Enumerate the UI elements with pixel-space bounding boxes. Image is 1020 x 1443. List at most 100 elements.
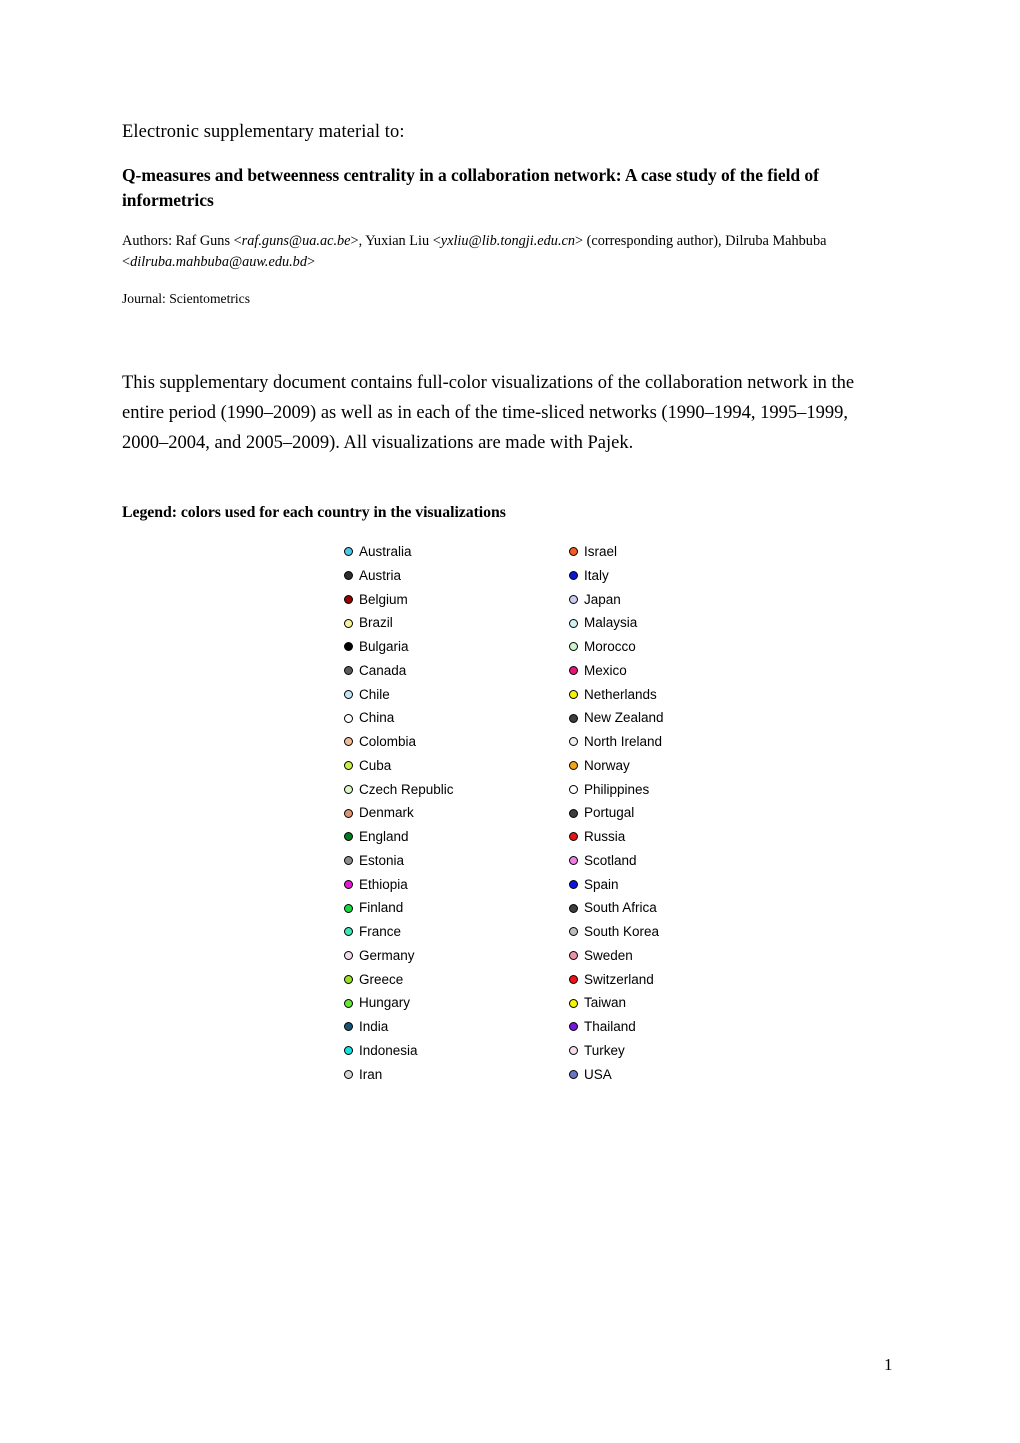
author-email-1: raf.guns@ua.ac.be xyxy=(241,233,351,249)
country-color-dot-icon xyxy=(569,689,578,699)
legend-item-label: China xyxy=(359,710,395,726)
legend-item-label: South Africa xyxy=(584,900,657,916)
legend-item: Cuba xyxy=(344,754,454,778)
author-email-2: yxliu@lib.tongji.edu.cn xyxy=(440,233,576,249)
country-color-dot-icon xyxy=(344,737,353,747)
country-color-dot-icon xyxy=(569,571,578,581)
legend-item: Ethiopia xyxy=(344,873,454,897)
legend-item: Czech Republic xyxy=(344,778,454,802)
country-color-dot-icon xyxy=(344,927,353,937)
country-color-dot-icon xyxy=(344,998,353,1008)
legend-item: Bulgaria xyxy=(344,635,454,659)
country-color-dot-icon xyxy=(344,689,353,699)
country-color-dot-icon xyxy=(344,903,353,913)
legend-item: Chile xyxy=(344,683,454,707)
legend-item: Philippines xyxy=(569,778,664,802)
legend-item-label: Japan xyxy=(584,591,621,607)
country-color-dot-icon xyxy=(344,832,353,842)
legend-item: Russia xyxy=(569,825,664,849)
legend-item-label: Israel xyxy=(584,544,618,560)
legend-item: India xyxy=(344,1015,454,1039)
legend-item: Turkey xyxy=(569,1039,664,1063)
document-page: Electronic supplementary material to: Q-… xyxy=(0,0,1020,1443)
country-color-dot-icon xyxy=(569,998,578,1008)
country-color-dot-icon xyxy=(569,974,578,984)
legend-column-right: Israel Italy Japan Malaysia Morocco Mexico Net… xyxy=(569,540,664,1086)
country-color-dot-icon xyxy=(569,784,578,794)
legend-item: Mexico xyxy=(569,659,664,683)
country-color-dot-icon xyxy=(569,927,578,937)
legend-item-label: Scotland xyxy=(584,852,637,868)
legend-item: Germany xyxy=(344,944,454,968)
legend-item-label: Australia xyxy=(359,544,412,560)
legend-item: Austria xyxy=(344,564,454,588)
legend-item: Portugal xyxy=(569,801,664,825)
legend-item: Norway xyxy=(569,754,664,778)
legend-item-label: France xyxy=(359,924,402,940)
legend-item-label: Turkey xyxy=(584,1042,625,1058)
legend-item-label: Philippines xyxy=(584,781,650,797)
country-color-dot-icon xyxy=(344,761,353,771)
esm-label: Electronic supplementary material to: xyxy=(122,122,405,142)
legend-item-label: North Ireland xyxy=(584,734,663,750)
legend-item: Italy xyxy=(569,564,664,588)
legend-item: Scotland xyxy=(569,849,664,873)
legend-item-label: Austria xyxy=(359,567,402,583)
legend-item-label: Malaysia xyxy=(584,615,638,631)
legend-item-label: South Korea xyxy=(584,924,660,940)
legend-item: Israel xyxy=(569,540,664,564)
legend-item-label: Thailand xyxy=(584,1019,636,1035)
legend-item-label: Iran xyxy=(359,1066,383,1082)
country-color-dot-icon xyxy=(569,903,578,913)
legend-item: North Ireland xyxy=(569,730,664,754)
legend-item: Belgium xyxy=(344,588,454,612)
country-color-dot-icon xyxy=(569,761,578,771)
journal-line: Journal: Scientometrics xyxy=(122,291,250,306)
country-color-dot-icon xyxy=(344,1022,353,1032)
country-color-dot-icon xyxy=(569,713,578,723)
legend-item-label: Bulgaria xyxy=(359,639,409,655)
legend-item-label: Indonesia xyxy=(359,1042,418,1058)
legend-item: Netherlands xyxy=(569,683,664,707)
legend-item: Greece xyxy=(344,968,454,992)
legend-item-label: Finland xyxy=(359,900,404,916)
legend-item: New Zealand xyxy=(569,706,664,730)
legend-item-label: Czech Republic xyxy=(359,781,454,797)
legend-item-label: Russia xyxy=(584,829,626,845)
legend-item-label: Morocco xyxy=(584,639,636,655)
legend-item: Estonia xyxy=(344,849,454,873)
legend-item-label: Hungary xyxy=(359,995,411,1011)
legend-item-label: Greece xyxy=(359,971,404,987)
country-color-dot-icon xyxy=(569,951,578,961)
country-color-dot-icon xyxy=(569,666,578,676)
legend-item-label: Ethiopia xyxy=(359,876,408,892)
legend-item: Canada xyxy=(344,659,454,683)
legend-item-label: New Zealand xyxy=(584,710,664,726)
legend-item: Switzerland xyxy=(569,968,664,992)
legend-item: South Korea xyxy=(569,920,664,944)
country-color-dot-icon xyxy=(344,642,353,652)
country-color-dot-icon xyxy=(344,713,353,723)
country-color-dot-icon xyxy=(344,618,353,628)
legend-item: Australia xyxy=(344,540,454,564)
legend-item-label: Mexico xyxy=(584,662,627,678)
legend-item: France xyxy=(344,920,454,944)
legend-item: China xyxy=(344,706,454,730)
country-color-dot-icon xyxy=(569,1069,578,1079)
legend-item: Japan xyxy=(569,588,664,612)
country-color-dot-icon xyxy=(569,856,578,866)
country-color-dot-icon xyxy=(569,808,578,818)
country-color-dot-icon xyxy=(344,1069,353,1079)
legend-item-label: Netherlands xyxy=(584,686,657,702)
legend-item-label: Spain xyxy=(584,876,619,892)
country-color-dot-icon xyxy=(344,1046,353,1056)
legend-item-label: Italy xyxy=(584,567,609,583)
legend-item-label: Cuba xyxy=(359,757,392,773)
legend-item: Taiwan xyxy=(569,991,664,1015)
country-color-dot-icon xyxy=(344,594,353,604)
legend-item-label: Sweden xyxy=(584,947,633,963)
legend-item-label: Denmark xyxy=(359,805,414,821)
country-color-dot-icon xyxy=(344,784,353,794)
legend-item: Indonesia xyxy=(344,1039,454,1063)
page-number: 1 xyxy=(884,1355,893,1374)
